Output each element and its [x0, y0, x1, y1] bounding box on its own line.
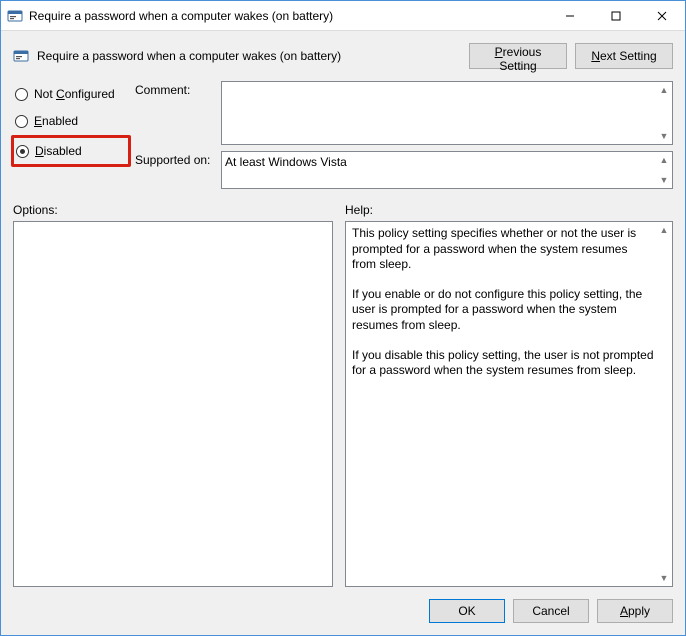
minimize-button[interactable]	[547, 1, 593, 30]
radio-label-enabled: Enabled	[34, 114, 78, 128]
radio-icon	[15, 115, 28, 128]
scroll-down-icon[interactable]: ▼	[656, 128, 672, 144]
help-paragraph: If you enable or do not configure this p…	[352, 287, 654, 334]
radio-group: Not Configured Enabled Disabled	[13, 81, 129, 189]
scroll-down-icon[interactable]: ▼	[656, 172, 672, 188]
policy-editor-window: Require a password when a computer wakes…	[0, 0, 686, 636]
previous-setting-button[interactable]: Previous Setting	[469, 43, 567, 69]
scroll-down-icon[interactable]: ▼	[656, 570, 672, 586]
comment-textarea[interactable]: ▲ ▼	[221, 81, 673, 145]
panel-labels: Options: Help:	[1, 189, 685, 221]
policy-title: Require a password when a computer wakes…	[37, 49, 461, 63]
ok-button[interactable]: OK	[429, 599, 505, 623]
scroll-up-icon[interactable]: ▲	[656, 82, 672, 98]
titlebar[interactable]: Require a password when a computer wakes…	[1, 1, 685, 31]
radio-not-configured[interactable]: Not Configured	[13, 85, 129, 103]
help-label: Help:	[345, 203, 373, 217]
help-paragraph: This policy setting specifies whether or…	[352, 226, 654, 273]
help-scrollbar[interactable]: ▲ ▼	[656, 222, 672, 586]
help-panel: This policy setting specifies whether or…	[345, 221, 673, 587]
radio-icon	[15, 88, 28, 101]
next-setting-button[interactable]: Next Setting	[575, 43, 673, 69]
help-paragraph: If you disable this policy setting, the …	[352, 348, 654, 379]
supported-textbox: At least Windows Vista ▲ ▼	[221, 151, 673, 189]
radio-disabled[interactable]: Disabled	[11, 135, 131, 167]
apply-button[interactable]: Apply	[597, 599, 673, 623]
supported-label: Supported on:	[135, 151, 213, 167]
comment-label: Comment:	[135, 81, 213, 97]
policy-icon	[13, 48, 29, 64]
config-area: Not Configured Enabled Disabled Comment:…	[1, 77, 685, 189]
app-icon	[7, 8, 23, 24]
cancel-button[interactable]: Cancel	[513, 599, 589, 623]
header-row: Require a password when a computer wakes…	[1, 31, 685, 77]
radio-icon	[16, 145, 29, 158]
scroll-up-icon[interactable]: ▲	[656, 222, 672, 238]
panels-row: This policy setting specifies whether or…	[1, 221, 685, 587]
supported-value: At least Windows Vista	[225, 155, 347, 169]
radio-enabled[interactable]: Enabled	[13, 112, 129, 130]
radio-label-disabled: Disabled	[35, 144, 82, 158]
scroll-up-icon[interactable]: ▲	[656, 152, 672, 168]
options-label: Options:	[13, 203, 333, 217]
radio-label-not-configured: Not Configured	[34, 87, 115, 101]
maximize-button[interactable]	[593, 1, 639, 30]
window-title: Require a password when a computer wakes…	[29, 9, 547, 23]
close-button[interactable]	[639, 1, 685, 30]
options-panel	[13, 221, 333, 587]
fields-column: Comment: ▲ ▼ Supported on: At least Wind…	[135, 81, 673, 189]
footer-buttons: OK Cancel Apply	[1, 587, 685, 635]
